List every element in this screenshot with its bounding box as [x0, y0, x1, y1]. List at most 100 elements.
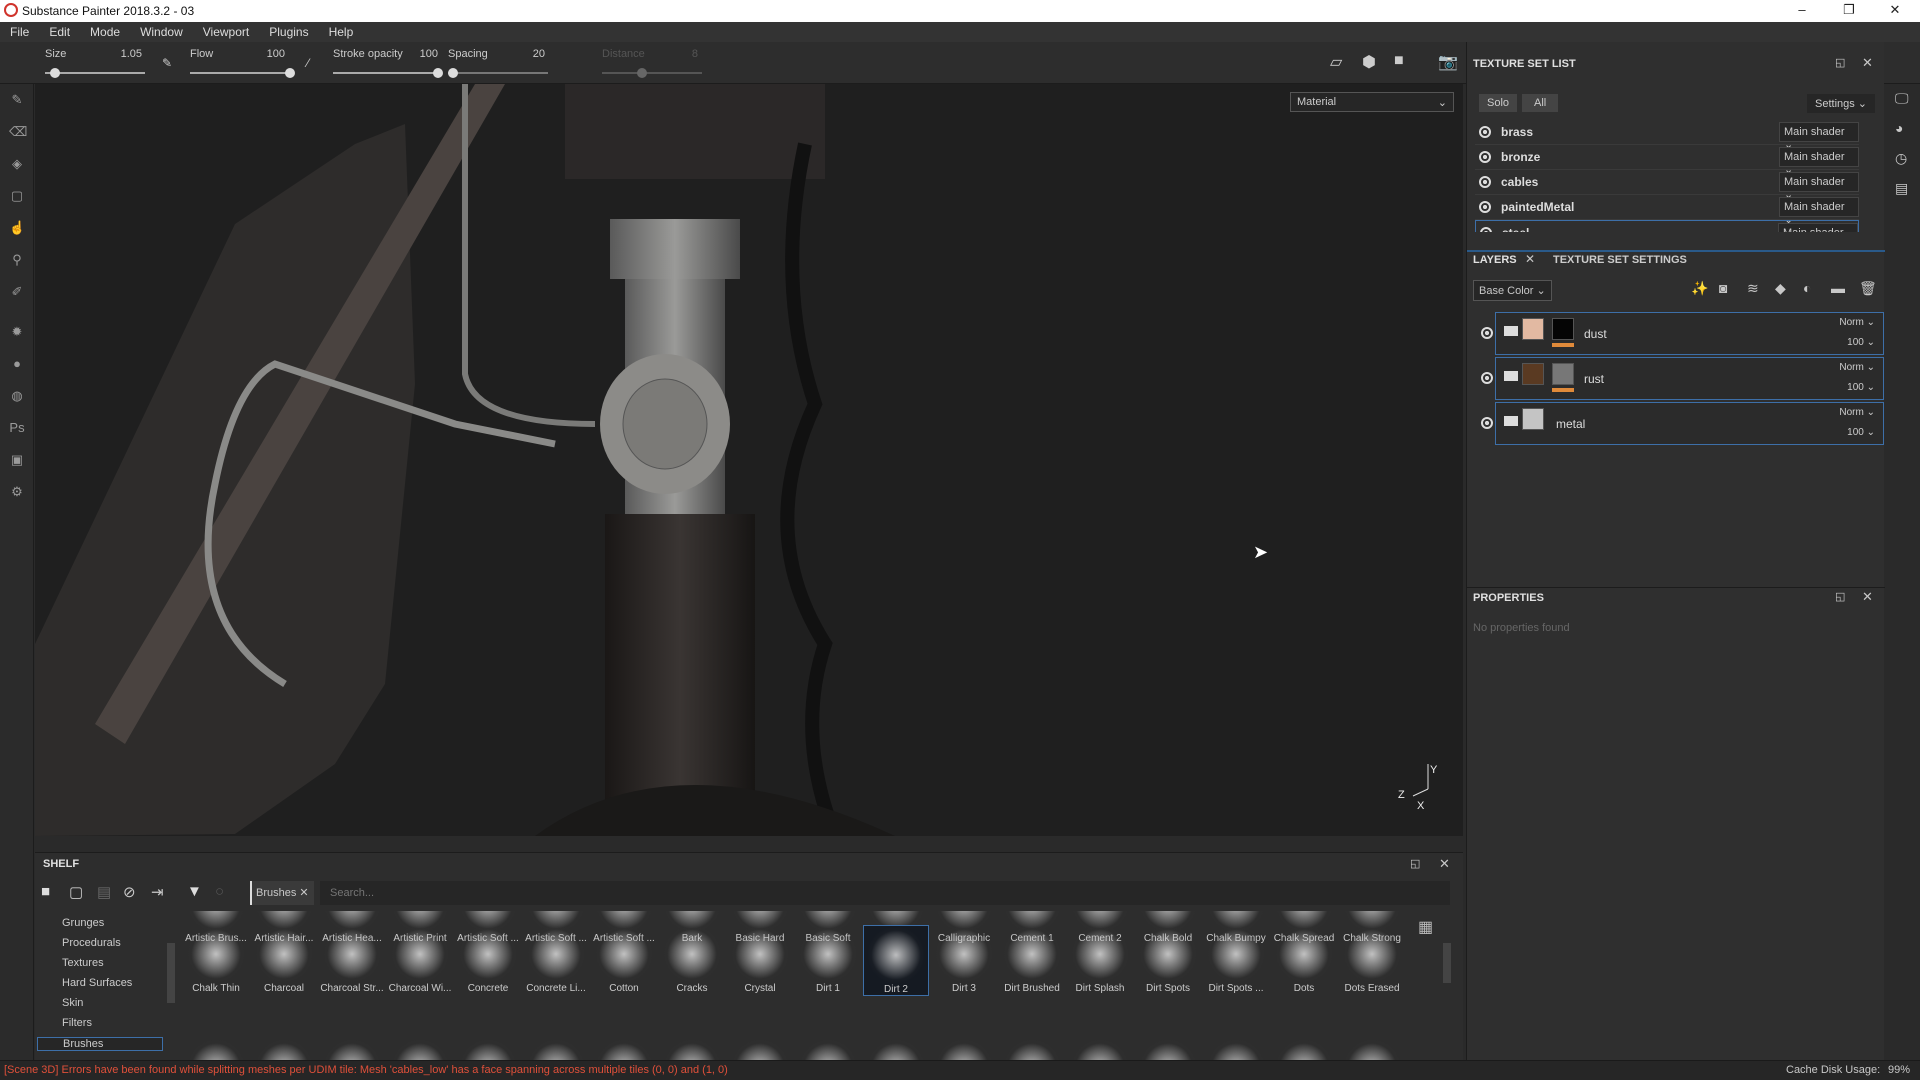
brush-thumbnail[interactable] [799, 1039, 857, 1061]
shelf-category-brushes[interactable]: Brushes [37, 1037, 163, 1051]
smudge-tool-icon[interactable]: ☝ [9, 220, 25, 236]
polygon-fill-icon[interactable]: ▢ [9, 188, 25, 204]
clone-tool-icon[interactable]: ⚲ [9, 252, 25, 268]
color-picker-icon[interactable]: ✐ [9, 284, 25, 300]
brush-thumbnail[interactable] [595, 1039, 653, 1061]
add-effect-icon[interactable]: ✨ [1691, 280, 1708, 297]
add-fill-layer-icon[interactable]: ◆ [1775, 280, 1786, 297]
channel-dropdown[interactable]: Base Color ⌄ [1473, 280, 1552, 301]
menu-file[interactable]: File [0, 22, 39, 42]
flow-slider-handle[interactable] [285, 68, 295, 78]
brush-item[interactable]: Chalk Thin [183, 925, 249, 994]
visibility-toggle[interactable] [1479, 176, 1491, 188]
brush-thumbnail[interactable] [1139, 1039, 1197, 1061]
brush-thumbnail[interactable] [1071, 1039, 1129, 1061]
close-tab-icon[interactable]: ✕ [1525, 252, 1535, 266]
close-panel-icon[interactable]: ✕ [1439, 856, 1450, 872]
shader-dropdown[interactable]: Main shader ⌄ [1779, 172, 1859, 201]
settings-icon[interactable]: ⚙ [9, 484, 25, 500]
eraser-tool-icon[interactable]: ⌫ [9, 124, 27, 140]
opacity-dropdown[interactable]: 100 ⌄ [1847, 337, 1875, 348]
brush-item[interactable]: Crystal [727, 925, 793, 994]
brush-item[interactable]: Cracks [659, 925, 725, 994]
spacing-value[interactable]: 20 [505, 48, 545, 60]
stroke-opacity-slider[interactable] [333, 68, 443, 78]
brush-thumbnail[interactable] [867, 1039, 925, 1061]
visibility-toggle[interactable] [1481, 327, 1493, 339]
brush-thumbnail[interactable] [1207, 1039, 1265, 1061]
shelf-category-filters[interactable]: Filters [62, 1017, 92, 1029]
menu-plugins[interactable]: Plugins [259, 22, 318, 42]
flow-value[interactable]: 100 [245, 48, 285, 60]
menu-help[interactable]: Help [319, 22, 364, 42]
add-folder-icon[interactable]: ▬ [1831, 280, 1845, 296]
flow-slider[interactable] [190, 68, 295, 78]
spacing-slider[interactable] [448, 68, 548, 78]
blend-mode-dropdown[interactable]: Norm ⌄ [1839, 362, 1875, 373]
add-layer-icon[interactable]: ≋ [1747, 280, 1759, 297]
brush-tip-icon[interactable]: ✎ [162, 56, 172, 70]
screenshot-icon[interactable]: 📷 [1438, 52, 1458, 72]
shader-dropdown[interactable]: Main shader ⌄ [1778, 223, 1858, 232]
bake-icon[interactable]: ✹ [9, 324, 25, 340]
filter-tag[interactable]: Brushes ✕ [250, 881, 314, 905]
visibility-toggle[interactable] [1481, 372, 1493, 384]
minimize-button[interactable]: – [1787, 2, 1817, 17]
export-icon[interactable]: ▣ [9, 452, 25, 468]
layer-row[interactable]: metal Norm ⌄ 100 ⌄ [1495, 402, 1884, 445]
3d-viewport[interactable]: Y Z X ➤ [35, 84, 1463, 836]
brush-item[interactable]: Dirt Spots ... [1203, 925, 1269, 994]
grid-view-icon[interactable]: ▦ [1418, 917, 1433, 937]
layer-row[interactable]: dust Norm ⌄ 100 ⌄ [1495, 312, 1884, 355]
shelf-category-textures[interactable]: Textures [62, 957, 104, 969]
shader-dropdown[interactable]: Main shader ⌄ [1779, 197, 1859, 226]
tab-layers[interactable]: LAYERS [1473, 254, 1517, 266]
undock-icon[interactable]: ◱ [1835, 590, 1845, 603]
blend-mode-dropdown[interactable]: Norm ⌄ [1839, 407, 1875, 418]
stroke-icon[interactable]: ⁄ [307, 56, 309, 70]
opacity-dropdown[interactable]: 100 ⌄ [1847, 427, 1875, 438]
size-slider[interactable] [45, 68, 145, 78]
brush-item[interactable]: Dirt 3 [931, 925, 997, 994]
shelf-category-skin[interactable]: Skin [62, 997, 83, 1009]
layer-row[interactable]: rust Norm ⌄ 100 ⌄ [1495, 357, 1884, 400]
brush-item[interactable]: Dirt Spots [1135, 925, 1201, 994]
visibility-toggle[interactable] [1480, 227, 1492, 232]
filter-icon[interactable]: ▼ [187, 883, 202, 900]
remove-filter-icon[interactable]: ✕ [299, 887, 308, 899]
import-icon[interactable]: ⇥ [151, 883, 164, 901]
brush-item[interactable]: Dirt Brushed [999, 925, 1065, 994]
texture-set-row[interactable]: steel Main shader ⌄ [1475, 220, 1859, 232]
close-button[interactable]: ✕ [1880, 2, 1910, 18]
settings-dropdown[interactable]: Settings ⌄ [1807, 94, 1876, 113]
all-button[interactable]: All [1522, 94, 1559, 112]
history-icon[interactable]: ◷ [1895, 150, 1907, 167]
brush-item[interactable]: Dots [1271, 925, 1337, 994]
paint-tool-icon[interactable]: ✎ [9, 92, 25, 108]
menu-viewport[interactable]: Viewport [193, 22, 259, 42]
search-icon[interactable]: ○ [215, 883, 224, 900]
viewport-mode-select[interactable]: Material ⌄ [1290, 92, 1454, 112]
error-message[interactable]: [Scene 3D] Errors have been found while … [4, 1064, 728, 1076]
brush-thumbnail[interactable] [459, 1039, 517, 1061]
brush-item[interactable]: Charcoal Wi... [387, 925, 453, 994]
brush-thumbnail[interactable] [391, 1039, 449, 1061]
brush-thumbnail[interactable] [1343, 1039, 1401, 1061]
maximize-button[interactable]: ❐ [1834, 2, 1864, 18]
shader-dropdown[interactable]: Main shader ⌄ [1779, 122, 1859, 151]
brush-item[interactable]: Cotton [591, 925, 657, 994]
texture-set-row[interactable]: paintedMetal Main shader ⌄ [1475, 195, 1859, 226]
stroke-opacity-slider-handle[interactable] [433, 68, 443, 78]
shelf-category-procedurals[interactable]: Procedurals [62, 937, 121, 949]
solo-button[interactable]: Solo [1479, 94, 1518, 112]
particle-icon[interactable]: ● [9, 356, 25, 372]
brush-item[interactable]: Charcoal [251, 925, 317, 994]
brush-thumbnail[interactable] [663, 1039, 721, 1061]
camera-icon[interactable]: ■ [1394, 52, 1404, 70]
brush-item[interactable]: Concrete [455, 925, 521, 994]
brush-item[interactable]: Charcoal Str... [319, 925, 385, 994]
menu-window[interactable]: Window [130, 22, 193, 42]
shader-settings-icon[interactable]: ◕ [1895, 120, 1903, 136]
shader-dropdown[interactable]: Main shader ⌄ [1779, 147, 1859, 176]
iray-icon[interactable]: ◍ [9, 388, 25, 404]
